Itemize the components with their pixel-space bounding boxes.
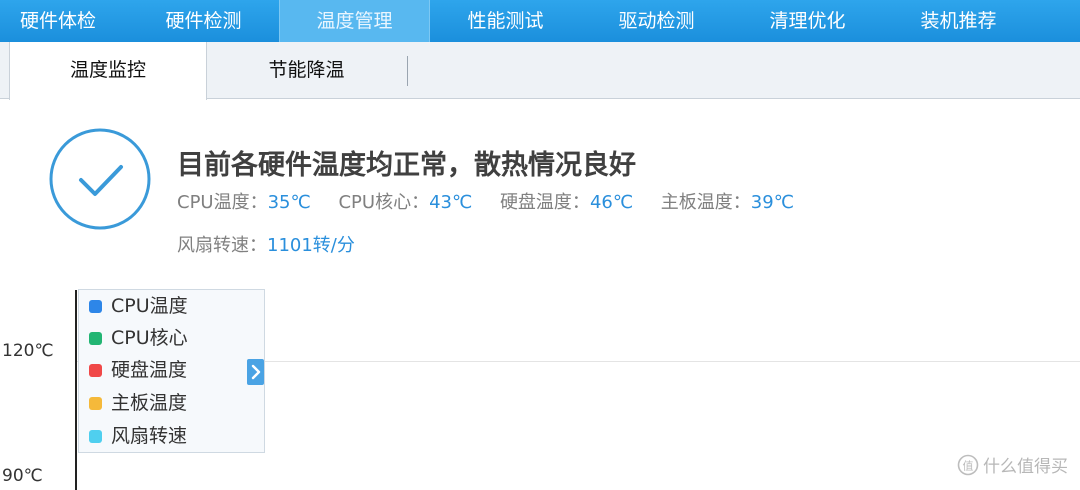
sub-tab-bar: 温度监控 节能降温 <box>0 42 1080 100</box>
legend-label: CPU核心 <box>111 327 188 349</box>
y-tick-120: 120℃ <box>2 341 54 361</box>
nav-item-temperature[interactable]: 温度管理 <box>279 0 430 42</box>
y-axis <box>75 290 77 490</box>
legend-swatch <box>89 364 102 377</box>
board-temp-label: 主板温度： <box>660 192 751 213</box>
legend-label: 主板温度 <box>111 392 188 414</box>
disk-temp-value: 46℃ <box>589 192 634 213</box>
fan-speed-value: 1101转/分 <box>267 235 355 256</box>
chart-legend: CPU温度 CPU核心 硬盘温度 主板温度 风扇转速 <box>78 289 265 453</box>
legend-swatch <box>89 430 102 443</box>
nav-item-hardware-checkup[interactable]: 硬件体检 <box>0 0 128 42</box>
legend-item-fan-speed[interactable]: 风扇转速 <box>89 420 187 453</box>
nav-item-performance[interactable]: 性能测试 <box>430 0 581 42</box>
nav-item-cleanup[interactable]: 清理优化 <box>732 0 883 42</box>
legend-item-cpu-temp[interactable]: CPU温度 <box>89 290 188 323</box>
nav-item-hardware-detect[interactable]: 硬件检测 <box>128 0 279 42</box>
legend-label: 硬盘温度 <box>111 359 188 381</box>
nav-item-build-recommend[interactable]: 装机推荐 <box>883 0 1034 42</box>
legend-item-disk-temp[interactable]: 硬盘温度 <box>89 354 187 387</box>
svg-text:值: 值 <box>963 460 974 473</box>
legend-item-cpu-core[interactable]: CPU核心 <box>89 322 188 355</box>
tab-temperature-monitor[interactable]: 温度监控 <box>9 42 207 100</box>
tab-energy-saving-cooling[interactable]: 节能降温 <box>207 42 406 99</box>
cpu-core-value: 43℃ <box>429 192 473 213</box>
status-title: 目前各硬件温度均正常，散热情况良好 <box>177 150 636 181</box>
legend-label: CPU温度 <box>111 295 188 317</box>
nav-item-driver[interactable]: 驱动检测 <box>581 0 732 42</box>
legend-swatch <box>89 332 102 345</box>
smzdm-logo-icon: 值 <box>957 454 979 481</box>
y-tick-90: 90℃ <box>2 466 43 486</box>
top-nav: 硬件体检 硬件检测 温度管理 性能测试 驱动检测 清理优化 装机推荐 <box>0 0 1080 42</box>
disk-temp-label: 硬盘温度： <box>499 192 590 213</box>
cpu-temp-label: CPU温度： <box>177 192 268 213</box>
chevron-right-icon <box>251 364 261 380</box>
fan-speed-label: 风扇转速： <box>177 235 267 256</box>
fan-speed-reading: 风扇转速：1101转/分 <box>177 231 355 257</box>
tab-divider <box>407 56 408 86</box>
cpu-core-label: CPU核心： <box>338 192 430 213</box>
watermark-text: 什么值得买 <box>983 457 1068 477</box>
legend-swatch <box>89 397 102 410</box>
board-temp-value: 39℃ <box>750 192 794 213</box>
watermark: 值 什么值得买 <box>957 452 1068 481</box>
legend-swatch <box>89 300 102 313</box>
legend-label: 风扇转速 <box>111 425 188 447</box>
check-circle-icon <box>48 127 152 231</box>
cpu-temp-value: 35℃ <box>267 192 311 213</box>
legend-item-board-temp[interactable]: 主板温度 <box>89 387 187 420</box>
legend-collapse-button[interactable] <box>247 359 264 385</box>
temperature-readings: CPU温度：35℃ CPU核心：43℃ 硬盘温度：46℃ 主板温度：39℃ <box>177 188 816 214</box>
